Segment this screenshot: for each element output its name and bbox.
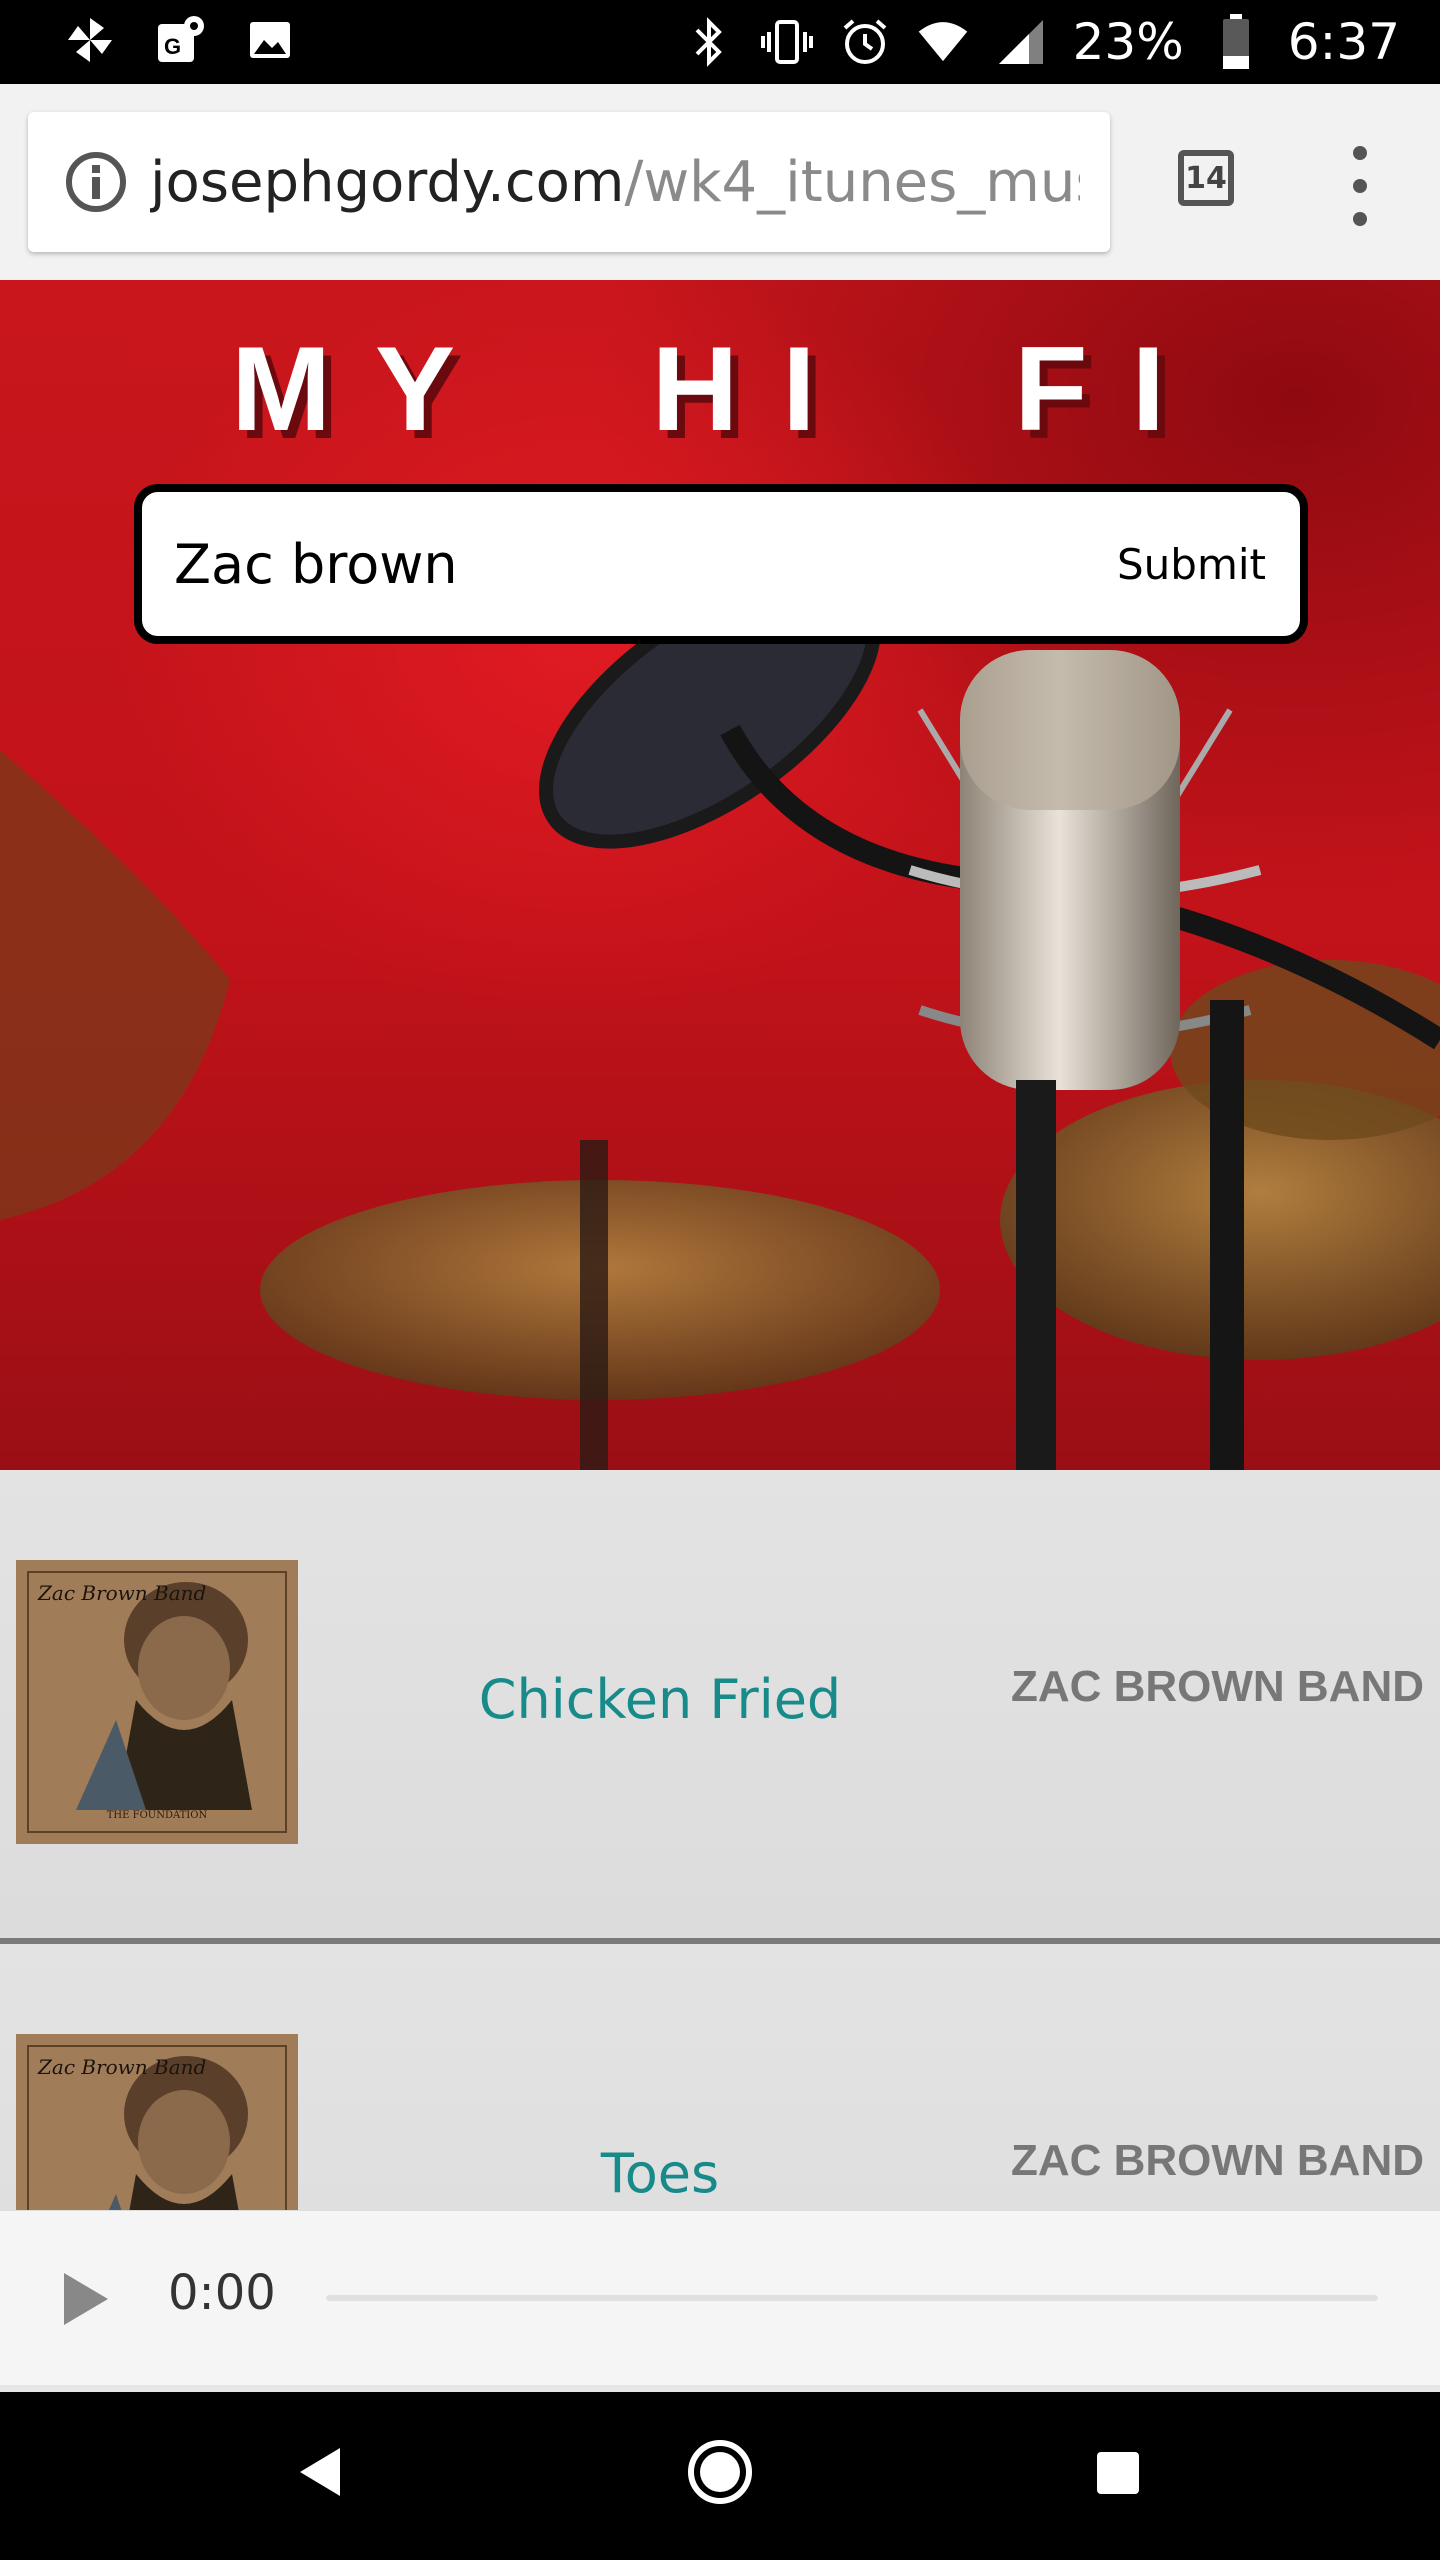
- album-cover-image[interactable]: Zac Brown Band THE FOUNDATION: [16, 1560, 298, 1844]
- pinwheel-icon: [64, 14, 116, 66]
- clock: 6:37: [1287, 13, 1400, 71]
- svg-text:THE FOUNDATION: THE FOUNDATION: [107, 1810, 208, 1821]
- battery-icon: [1210, 14, 1262, 69]
- svg-text:G: G: [164, 34, 181, 59]
- url-domain: josephgordy.com: [150, 149, 625, 215]
- play-icon[interactable]: [64, 2273, 108, 2325]
- player-time: 0:00: [168, 2265, 276, 2321]
- url-text[interactable]: josephgordy.com/wk4_itunes_music_: [150, 150, 1080, 215]
- song-title-link[interactable]: Toes: [300, 2142, 1020, 2205]
- alarm-icon: [839, 16, 891, 68]
- svg-text:Zac Brown Band: Zac Brown Band: [37, 1581, 206, 1605]
- vibrate-icon: [760, 16, 813, 68]
- artist-name: ZAC BROWN BAND: [1010, 2136, 1424, 2185]
- back-icon[interactable]: [296, 2444, 344, 2500]
- result-row[interactable]: Zac Brown Band THE FOUNDATION Chicken Fr…: [0, 1470, 1440, 1944]
- info-icon[interactable]: [64, 150, 128, 214]
- audio-player: 0:00: [0, 2210, 1440, 2385]
- url-path: /wk4_itunes_music_: [624, 149, 1080, 215]
- svg-text:Zac Brown Band: Zac Brown Band: [37, 2055, 206, 2079]
- browser-toolbar: josephgordy.com/wk4_itunes_music_ 14: [0, 84, 1440, 280]
- seek-bar[interactable]: [326, 2295, 1378, 2301]
- results-list: Zac Brown Band THE FOUNDATION Chicken Fr…: [0, 1470, 1440, 2210]
- site-title: MY HI FI: [231, 322, 1209, 456]
- wifi-icon: [917, 16, 969, 68]
- result-row[interactable]: Zac Brown Band THE FOUNDATION Toes ZAC B…: [0, 1944, 1440, 2210]
- hero-banner: MY HI FI Submit: [0, 280, 1440, 1470]
- tab-switcher-button[interactable]: 14: [1178, 150, 1234, 206]
- home-icon[interactable]: [686, 2438, 754, 2506]
- overflow-menu-icon[interactable]: [1340, 146, 1380, 226]
- battery-percent: 23%: [1072, 13, 1184, 71]
- status-bar: G 23% 6:37: [0, 0, 1440, 84]
- navigation-bar: [0, 2392, 1440, 2560]
- submit-button[interactable]: Submit: [1117, 540, 1266, 589]
- search-input[interactable]: [172, 531, 1056, 597]
- address-bar[interactable]: josephgordy.com/wk4_itunes_music_: [28, 112, 1110, 252]
- bluetooth-icon: [683, 16, 735, 68]
- search-form: Submit: [134, 484, 1308, 644]
- photos-icon: [244, 14, 296, 66]
- album-cover-image[interactable]: Zac Brown Band THE FOUNDATION: [16, 2034, 298, 2210]
- maps-icon: G: [154, 14, 206, 66]
- hero-background-image: [0, 571, 1440, 1470]
- signal-icon: [995, 16, 1047, 68]
- recent-apps-icon[interactable]: [1097, 2452, 1139, 2494]
- artist-name: ZAC BROWN BAND: [1010, 1662, 1424, 1711]
- song-title-link[interactable]: Chicken Fried: [300, 1668, 1020, 1731]
